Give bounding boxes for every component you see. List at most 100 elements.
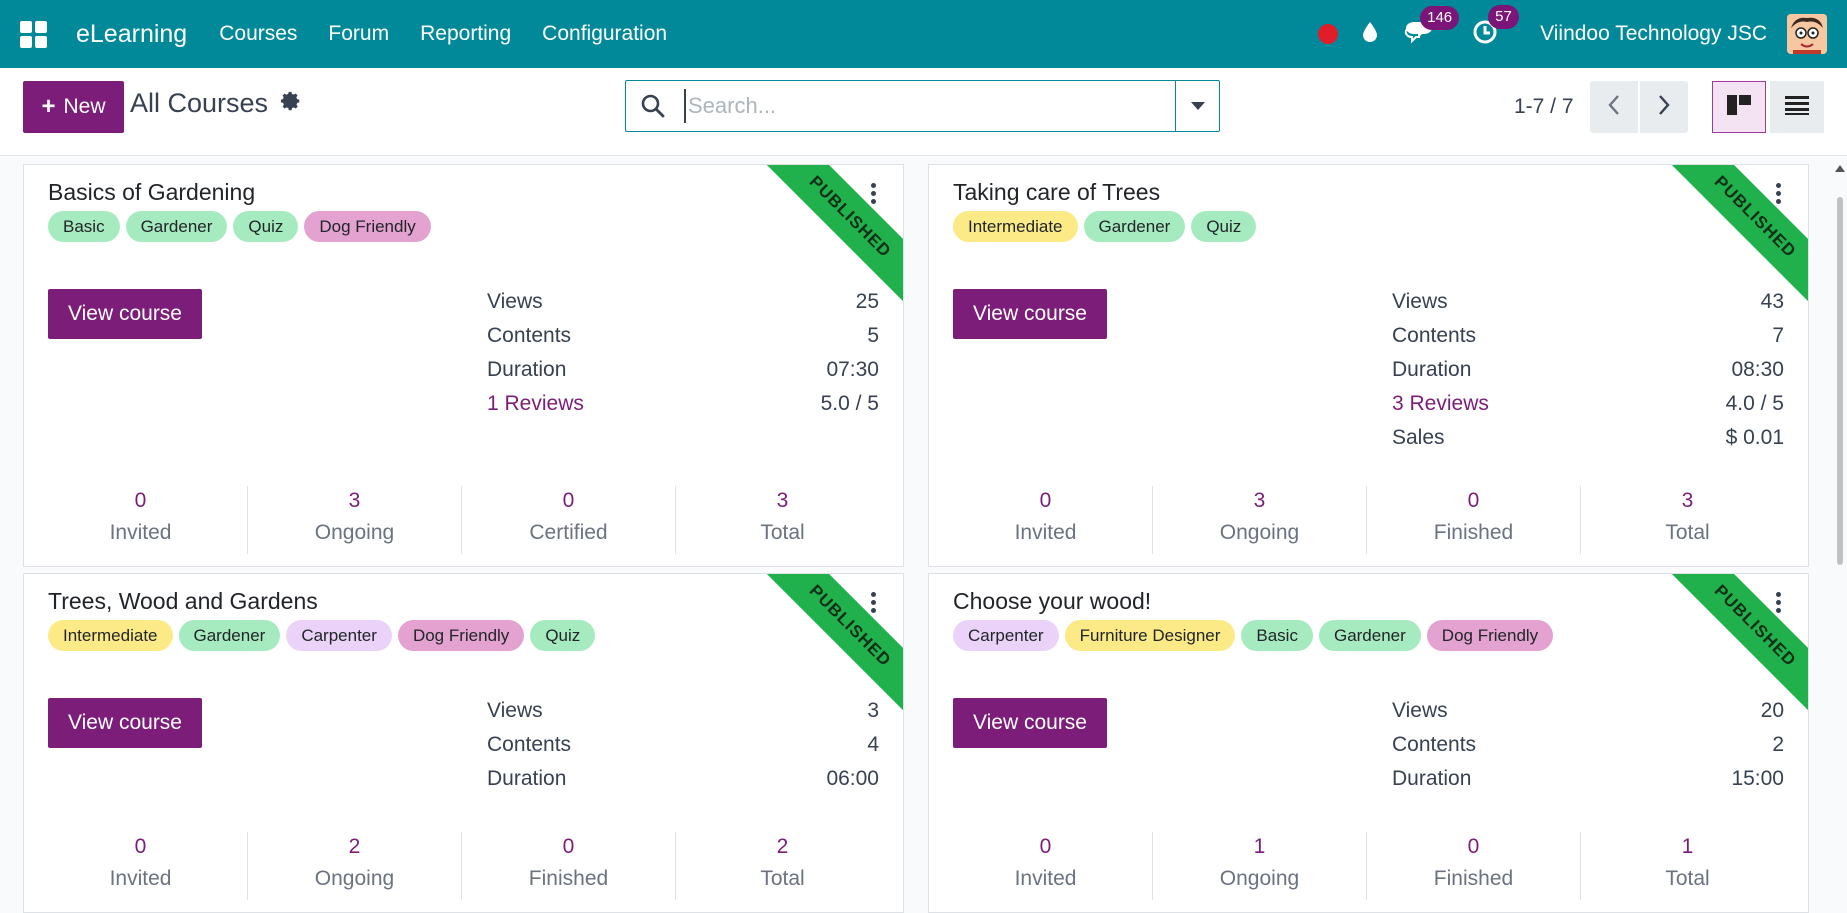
menu-reporting[interactable]: Reporting — [420, 22, 511, 46]
app-menu-icon[interactable] — [20, 20, 47, 48]
course-card[interactable]: PUBLISHED Taking care of Trees Intermedi… — [928, 164, 1809, 567]
course-card[interactable]: PUBLISHED Choose your wood! Carpenter Fu… — [928, 573, 1809, 913]
card-menu-icon[interactable] — [1776, 183, 1782, 204]
stat-invited[interactable]: 0 Invited — [34, 832, 247, 900]
stat-total[interactable]: 2 Total — [675, 832, 889, 900]
stat-label: Views — [487, 699, 543, 722]
pager-previous-button[interactable] — [1590, 81, 1638, 133]
view-course-button[interactable]: View course — [48, 698, 202, 748]
stat-label: Sales — [1392, 426, 1445, 449]
menu-configuration[interactable]: Configuration — [542, 22, 667, 46]
recording-dot-icon[interactable] — [1318, 24, 1339, 44]
tag-list: Intermediate Gardener Quiz — [953, 211, 1257, 242]
tag: Basic — [1241, 620, 1313, 651]
stat-label: Duration — [487, 767, 567, 790]
top-navbar: eLearning Courses Forum Reporting Config… — [0, 0, 1847, 68]
stat-ongoing[interactable]: 2 Ongoing — [247, 832, 461, 900]
tag: Quiz — [1191, 211, 1257, 242]
stat-label: Ongoing — [1219, 867, 1300, 890]
stat-invited[interactable]: 0 Invited — [939, 486, 1152, 554]
stat-ongoing[interactable]: 3 Ongoing — [1152, 486, 1366, 554]
reviews-link[interactable]: 3 Reviews — [1392, 392, 1489, 426]
stat-count: 3 — [348, 489, 361, 512]
attendee-stats: 0 Invited 3 Ongoing 0 Finished 3 Total — [929, 486, 1808, 554]
stat-total[interactable]: 3 Total — [1580, 486, 1794, 554]
stat-count: 2 — [776, 835, 789, 858]
stat-total[interactable]: 3 Total — [675, 486, 889, 554]
reviews-link[interactable]: 1 Reviews — [487, 392, 584, 426]
stat-total[interactable]: 1 Total — [1580, 832, 1794, 900]
stat-count: 0 — [1039, 835, 1052, 858]
stat-certified[interactable]: 0 Certified — [461, 486, 675, 554]
stat-label: Certified — [529, 521, 608, 544]
stat-label: Ongoing — [314, 521, 395, 544]
vertical-scrollbar[interactable] — [1835, 165, 1845, 913]
stat-value: 4.0 / 5 — [1725, 392, 1784, 415]
stat-invited[interactable]: 0 Invited — [34, 486, 247, 554]
stat-value: 07:30 — [826, 358, 879, 381]
stat-label: Ongoing — [1219, 521, 1300, 544]
card-menu-icon[interactable] — [871, 183, 877, 204]
kanban-view-button[interactable] — [1712, 81, 1766, 133]
published-ribbon: PUBLISHED — [1665, 165, 1808, 307]
search-input[interactable] — [684, 89, 1164, 123]
tag: Intermediate — [48, 620, 173, 651]
stat-row: 1 Reviews 5.0 / 5 — [487, 392, 879, 426]
stat-label: Total — [760, 867, 805, 890]
company-switcher[interactable]: Viindoo Technology JSC — [1540, 22, 1767, 46]
scrollbar-thumb[interactable] — [1837, 197, 1843, 565]
stat-finished[interactable]: 0 Finished — [1366, 486, 1580, 554]
stat-label: Finished — [1433, 521, 1514, 544]
stat-label: Invited — [109, 521, 172, 544]
menu-courses[interactable]: Courses — [219, 22, 297, 46]
course-card[interactable]: PUBLISHED Basics of Gardening Basic Gard… — [23, 164, 904, 567]
new-button[interactable]: + New — [23, 81, 124, 133]
stat-count: 0 — [1467, 835, 1480, 858]
card-menu-icon[interactable] — [871, 592, 877, 613]
pager-next-button[interactable] — [1640, 81, 1688, 133]
stat-count: 1 — [1681, 835, 1694, 858]
kanban-content: PUBLISHED Basics of Gardening Basic Gard… — [0, 157, 1847, 913]
messages-icon[interactable]: 146 — [1404, 5, 1460, 49]
gear-icon[interactable] — [280, 88, 302, 119]
scroll-up-icon[interactable] — [1835, 165, 1845, 172]
stat-label: Total — [1665, 867, 1710, 890]
user-avatar[interactable] — [1787, 14, 1827, 54]
stat-count: 3 — [776, 489, 789, 512]
stat-value: 5 — [867, 324, 879, 347]
stat-finished[interactable]: 0 Finished — [461, 832, 675, 900]
view-course-button[interactable]: View course — [953, 698, 1107, 748]
pager-value[interactable]: 1-7 / 7 — [1514, 95, 1574, 119]
stat-ongoing[interactable]: 1 Ongoing — [1152, 832, 1366, 900]
stat-value: 5.0 / 5 — [820, 392, 879, 415]
activity-clock-icon[interactable]: 57 — [1472, 4, 1519, 50]
stat-value: 3 — [867, 699, 879, 722]
tag: Dog Friendly — [397, 620, 525, 651]
card-menu-icon[interactable] — [1776, 592, 1782, 613]
course-title: Choose your wood! — [953, 588, 1152, 614]
drop-icon[interactable] — [1362, 21, 1378, 48]
stat-finished[interactable]: 0 Finished — [1366, 832, 1580, 900]
tag: Basic — [48, 211, 120, 242]
tag: Quiz — [530, 620, 596, 651]
stat-row: Views 43 — [1392, 290, 1784, 324]
stat-row: Views 20 — [1392, 699, 1784, 733]
stat-label: Finished — [1433, 867, 1514, 890]
menu-forum[interactable]: Forum — [328, 22, 389, 46]
view-course-button[interactable]: View course — [48, 289, 202, 339]
list-view-button[interactable] — [1770, 81, 1824, 133]
tag: Gardener — [1318, 620, 1421, 651]
stat-invited[interactable]: 0 Invited — [939, 832, 1152, 900]
search-bar — [625, 80, 1220, 132]
activity-count-badge: 57 — [1488, 4, 1519, 29]
app-brand[interactable]: eLearning — [76, 20, 187, 49]
stat-value: 15:00 — [1731, 767, 1784, 790]
tag: Gardener — [178, 620, 281, 651]
stat-ongoing[interactable]: 3 Ongoing — [247, 486, 461, 554]
stat-label: Duration — [1392, 767, 1472, 790]
view-course-button[interactable]: View course — [953, 289, 1107, 339]
search-options-toggle[interactable] — [1175, 81, 1219, 131]
tag: Carpenter — [953, 620, 1059, 651]
stat-count: 1 — [1253, 835, 1266, 858]
course-card[interactable]: PUBLISHED Trees, Wood and Gardens Interm… — [23, 573, 904, 913]
